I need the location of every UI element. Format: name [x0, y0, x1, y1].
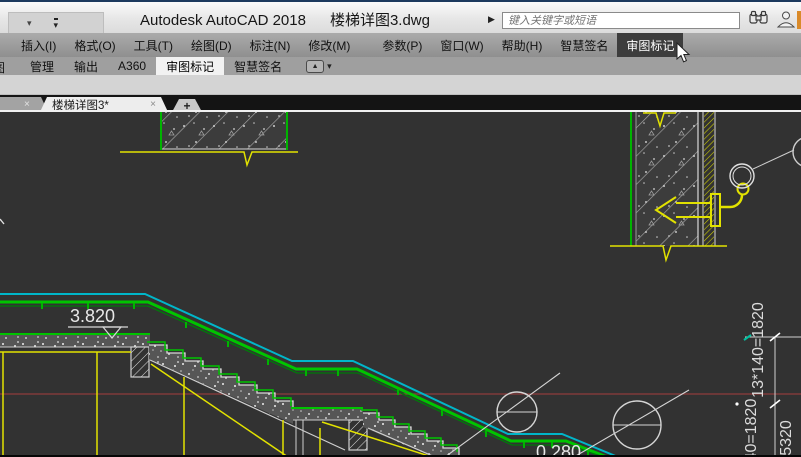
app-title: Autodesk AutoCAD 2018: [140, 12, 306, 29]
ribbon-collapse-button[interactable]: ▲ ▾: [306, 60, 332, 73]
menu-parametric[interactable]: 参数(P): [373, 33, 431, 58]
window-title: Autodesk AutoCAD 2018 楼梯详图3.dwg: [140, 9, 430, 30]
ribbon-tab-manage[interactable]: 管理: [20, 57, 64, 75]
menu-dimension[interactable]: 标注(N): [241, 33, 300, 58]
close-tab-icon[interactable]: ×: [150, 99, 156, 110]
document-title: 楼梯详图3.dwg: [330, 12, 430, 29]
ribbon-tab-review-markup[interactable]: 审图标记: [156, 57, 224, 75]
menu-modify[interactable]: 修改(M): [299, 33, 359, 58]
qat-overflow-icon[interactable]: ▾: [54, 18, 59, 29]
ribbon-tab-view-clipped[interactable]: 图: [0, 59, 7, 75]
close-tab-icon[interactable]: ×: [24, 99, 30, 110]
menu-insert[interactable]: 插入(I): [12, 33, 65, 58]
mouse-cursor: [676, 42, 692, 64]
ribbon-tab-smart-sign[interactable]: 智慧签名: [224, 57, 292, 75]
model-space-canvas[interactable]: 3.820: [0, 112, 801, 457]
ribbon-panel-collapsed: [0, 75, 801, 95]
menu-window[interactable]: 窗口(W): [431, 33, 492, 58]
menu-review-markup[interactable]: 审图标记: [617, 33, 683, 58]
stair-detail-drawing[interactable]: 3.820: [0, 112, 801, 457]
ribbon-tab-a360[interactable]: A360: [108, 57, 156, 75]
menu-draw[interactable]: 绘图(D): [182, 33, 241, 58]
toolbar-clipped-icon: [797, 11, 801, 29]
ribbon-tab-output[interactable]: 输出: [64, 57, 108, 75]
menu-tools[interactable]: 工具(T): [125, 33, 182, 58]
level-text-lower[interactable]: 0.280: [536, 442, 581, 457]
qat-dropdown-icon[interactable]: ▾: [27, 18, 32, 29]
dimension-text-risers-partial[interactable]: 40=1820: [743, 399, 760, 457]
search-binoculars-icon[interactable]: [748, 10, 770, 26]
stair-beam-upper[interactable]: [131, 347, 149, 377]
dimension-text-risers[interactable]: 13*140=1820: [750, 302, 767, 398]
ribbon-collapse-caret-icon: ▾: [327, 61, 332, 72]
signin-user-icon[interactable]: [776, 10, 796, 28]
menu-smart-sign[interactable]: 智慧签名: [551, 33, 617, 58]
search-nav-arrow-icon[interactable]: ▶: [488, 14, 495, 25]
ribbon-collapse-icon: ▲: [306, 60, 324, 73]
title-bar: ▾ ▾ Autodesk AutoCAD 2018 楼梯详图3.dwg ▶: [0, 0, 801, 33]
level-text-upper: 3.820: [70, 306, 115, 326]
menu-format[interactable]: 格式(O): [65, 33, 124, 58]
menu-help[interactable]: 帮助(H): [493, 33, 552, 58]
dimension-text-total[interactable]: 5320: [778, 420, 795, 456]
upper-landing[interactable]: [0, 334, 150, 347]
autocad-window: ▾ ▾ Autodesk AutoCAD 2018 楼梯详图3.dwg ▶ 插入(…: [0, 0, 801, 457]
help-search-input[interactable]: [502, 12, 740, 29]
